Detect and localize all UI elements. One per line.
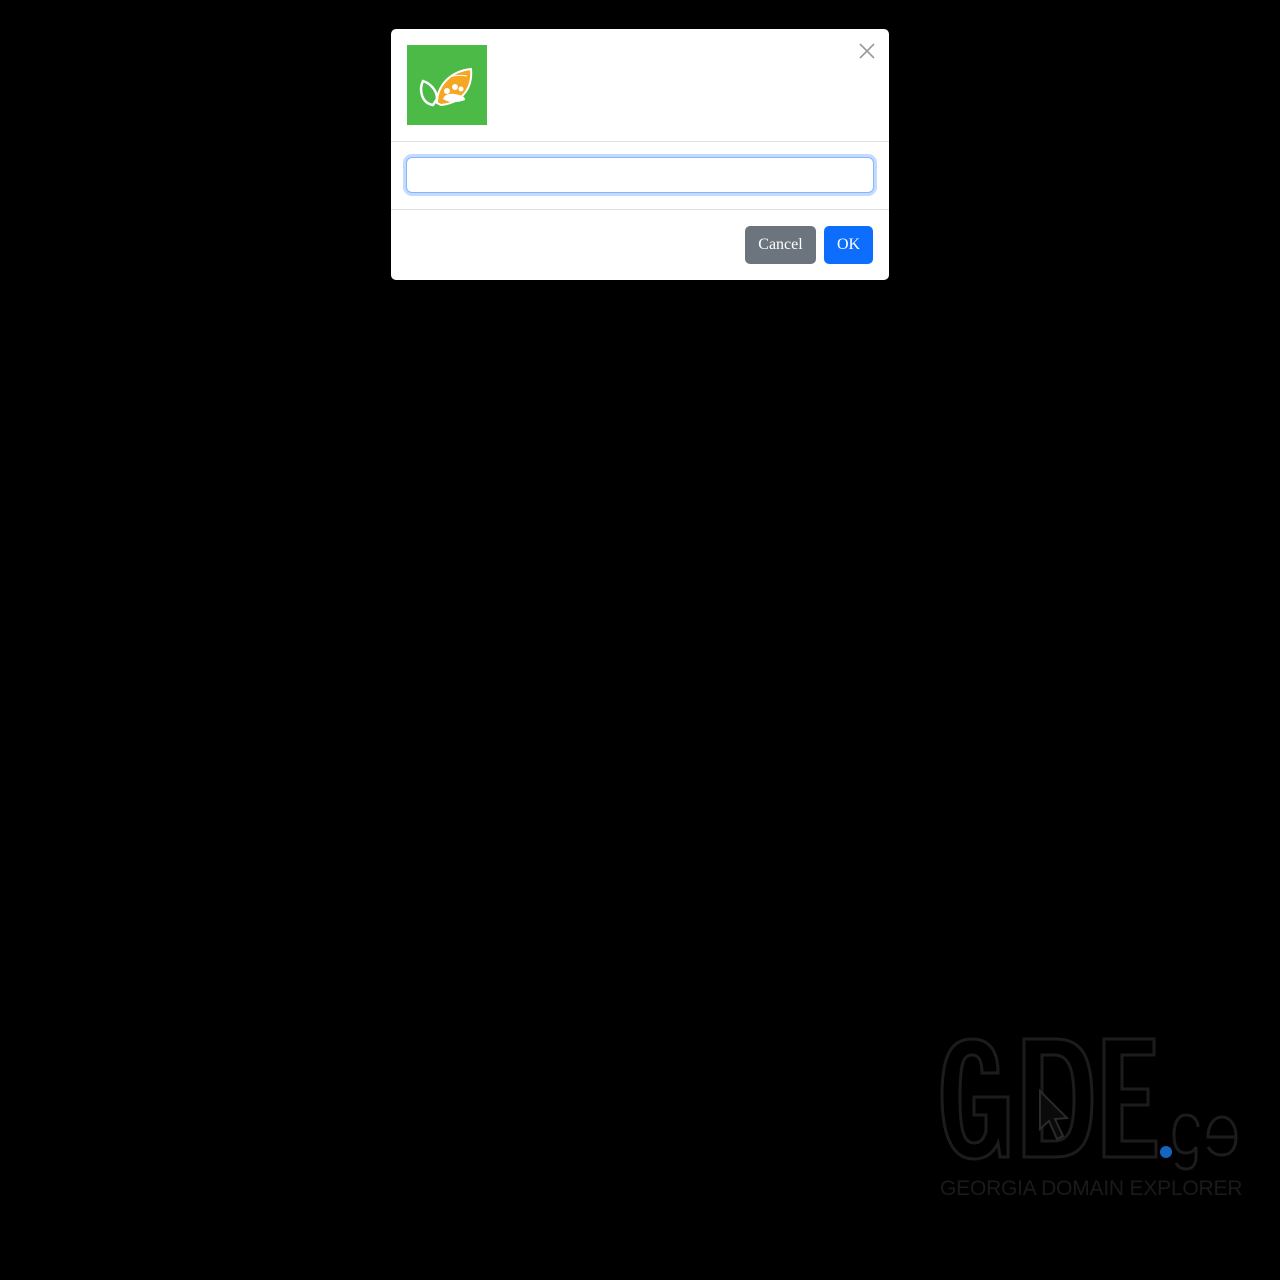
- prompt-input[interactable]: [406, 157, 874, 193]
- dialog-body: [391, 142, 889, 210]
- gde-logo: [940, 1037, 1238, 1171]
- prompt-dialog: Cancel OK: [391, 29, 889, 280]
- close-icon[interactable]: [855, 39, 879, 63]
- dialog-footer: Cancel OK: [391, 210, 889, 280]
- watermark-caption: GEORGIA DOMAIN EXPLORER: [940, 1177, 1243, 1200]
- gde-watermark: GEORGIA DOMAIN EXPLORER: [936, 1035, 1243, 1205]
- ok-button[interactable]: OK: [824, 226, 873, 264]
- leaf-hands-logo-icon: [407, 45, 487, 125]
- page-backdrop: Cancel OK GEORGIA DOMAIN EXPLORER: [0, 0, 1280, 1280]
- cancel-button[interactable]: Cancel: [745, 226, 816, 264]
- dialog-header: [391, 29, 889, 142]
